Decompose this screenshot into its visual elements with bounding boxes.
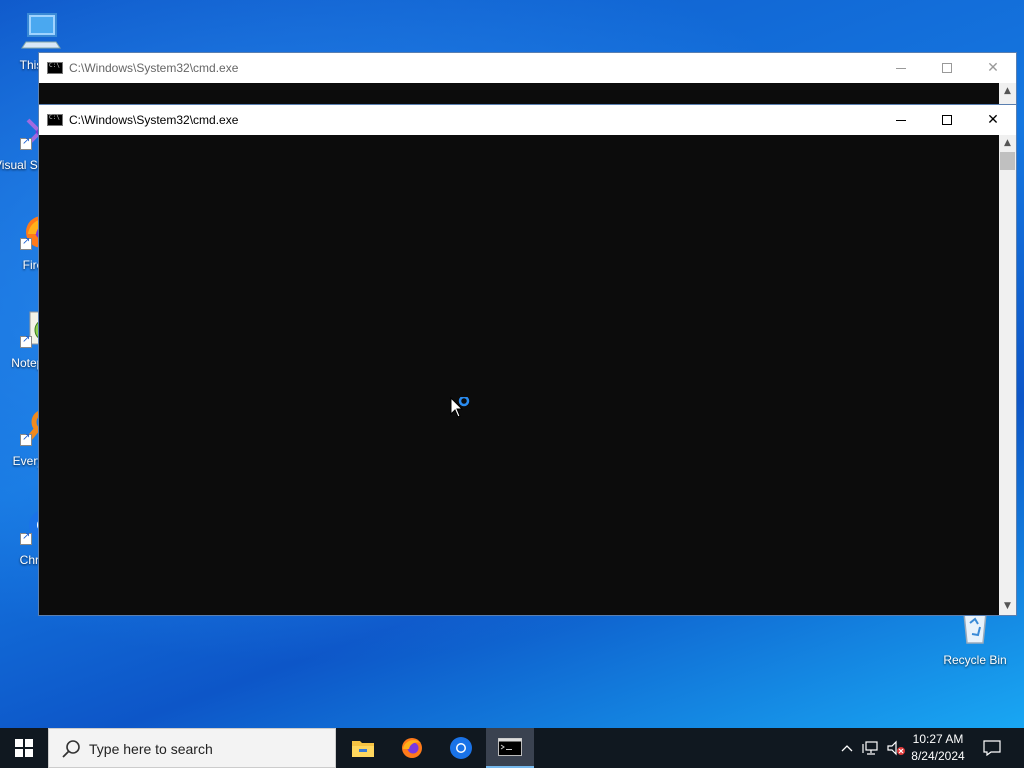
firefox-icon — [402, 738, 422, 758]
clock-time: 10:27 AM — [912, 732, 964, 746]
start-button[interactable] — [0, 728, 48, 768]
taskbar-app-command-prompt[interactable] — [486, 728, 534, 768]
notification-icon — [983, 740, 1001, 756]
minimize-icon — [896, 119, 906, 121]
shortcut-arrow-icon — [20, 236, 32, 250]
chevron-up-icon — [841, 745, 853, 752]
shortcut-arrow-icon — [20, 432, 32, 446]
scroll-down-icon[interactable]: ▼ — [999, 598, 1016, 615]
search-placeholder: Type here to search — [89, 741, 213, 757]
close-button[interactable]: ✕ — [970, 53, 1016, 83]
cmd-icon — [47, 114, 63, 126]
network-button[interactable] — [860, 728, 882, 768]
scroll-up-icon[interactable]: ▲ — [999, 83, 1016, 100]
window-title: C:\Windows\System32\cmd.exe — [69, 113, 239, 127]
network-icon — [862, 741, 878, 755]
shortcut-arrow-icon — [20, 531, 32, 545]
shortcut-arrow-icon — [20, 334, 32, 348]
search-icon — [62, 740, 80, 758]
computer-icon — [21, 13, 61, 49]
busy-cursor-icon — [450, 397, 470, 418]
maximize-button[interactable] — [924, 53, 970, 83]
show-hidden-icons-button[interactable] — [836, 728, 858, 768]
cmd-window-foreground[interactable]: C:\Windows\System32\cmd.exe ✕ ▲ ▼ — [38, 104, 1017, 616]
taskbar-app-firefox[interactable] — [388, 728, 436, 768]
clock-date: 8/24/2024 — [911, 749, 965, 763]
title-bar[interactable]: C:\Windows\System32\cmd.exe ✕ — [39, 105, 1016, 135]
chrome-icon — [450, 737, 472, 759]
window-title: C:\Windows\System32\cmd.exe — [69, 61, 239, 75]
cmd-icon — [498, 738, 522, 756]
minimize-button[interactable] — [878, 53, 924, 83]
maximize-icon — [942, 115, 952, 125]
taskbar-app-chrome[interactable] — [437, 728, 485, 768]
search-box[interactable]: Type here to search — [48, 728, 336, 768]
taskbar-app-file-explorer[interactable] — [339, 728, 387, 768]
minimize-button[interactable] — [878, 105, 924, 135]
scroll-thumb[interactable] — [1000, 152, 1015, 170]
shortcut-arrow-icon — [20, 136, 32, 150]
desktop: This PC Visual Studio 2022 Firefox Notep… — [0, 0, 1024, 728]
minimize-icon — [896, 67, 906, 69]
cmd-window-background[interactable]: C:\Windows\System32\cmd.exe ✕ ▲ — [38, 52, 1017, 112]
clock[interactable]: 10:27 AM 8/24/2024 — [898, 731, 978, 765]
console-output[interactable] — [39, 135, 999, 615]
taskbar: Type here to search 10:27 AM 8/24/2024 — [0, 728, 1024, 768]
notifications-button[interactable] — [980, 728, 1004, 768]
close-button[interactable]: ✕ — [970, 105, 1016, 135]
title-bar[interactable]: C:\Windows\System32\cmd.exe ✕ — [39, 53, 1016, 83]
windows-logo-icon — [15, 739, 33, 757]
vertical-scrollbar[interactable]: ▲ ▼ — [999, 135, 1016, 615]
cmd-icon — [47, 62, 63, 74]
close-icon: ✕ — [987, 112, 999, 128]
desktop-icon-label: Recycle Bin — [943, 653, 1007, 667]
maximize-button[interactable] — [924, 105, 970, 135]
close-icon: ✕ — [987, 60, 999, 76]
scroll-up-icon[interactable]: ▲ — [999, 135, 1016, 152]
folder-icon — [352, 741, 374, 757]
maximize-icon — [942, 63, 952, 73]
